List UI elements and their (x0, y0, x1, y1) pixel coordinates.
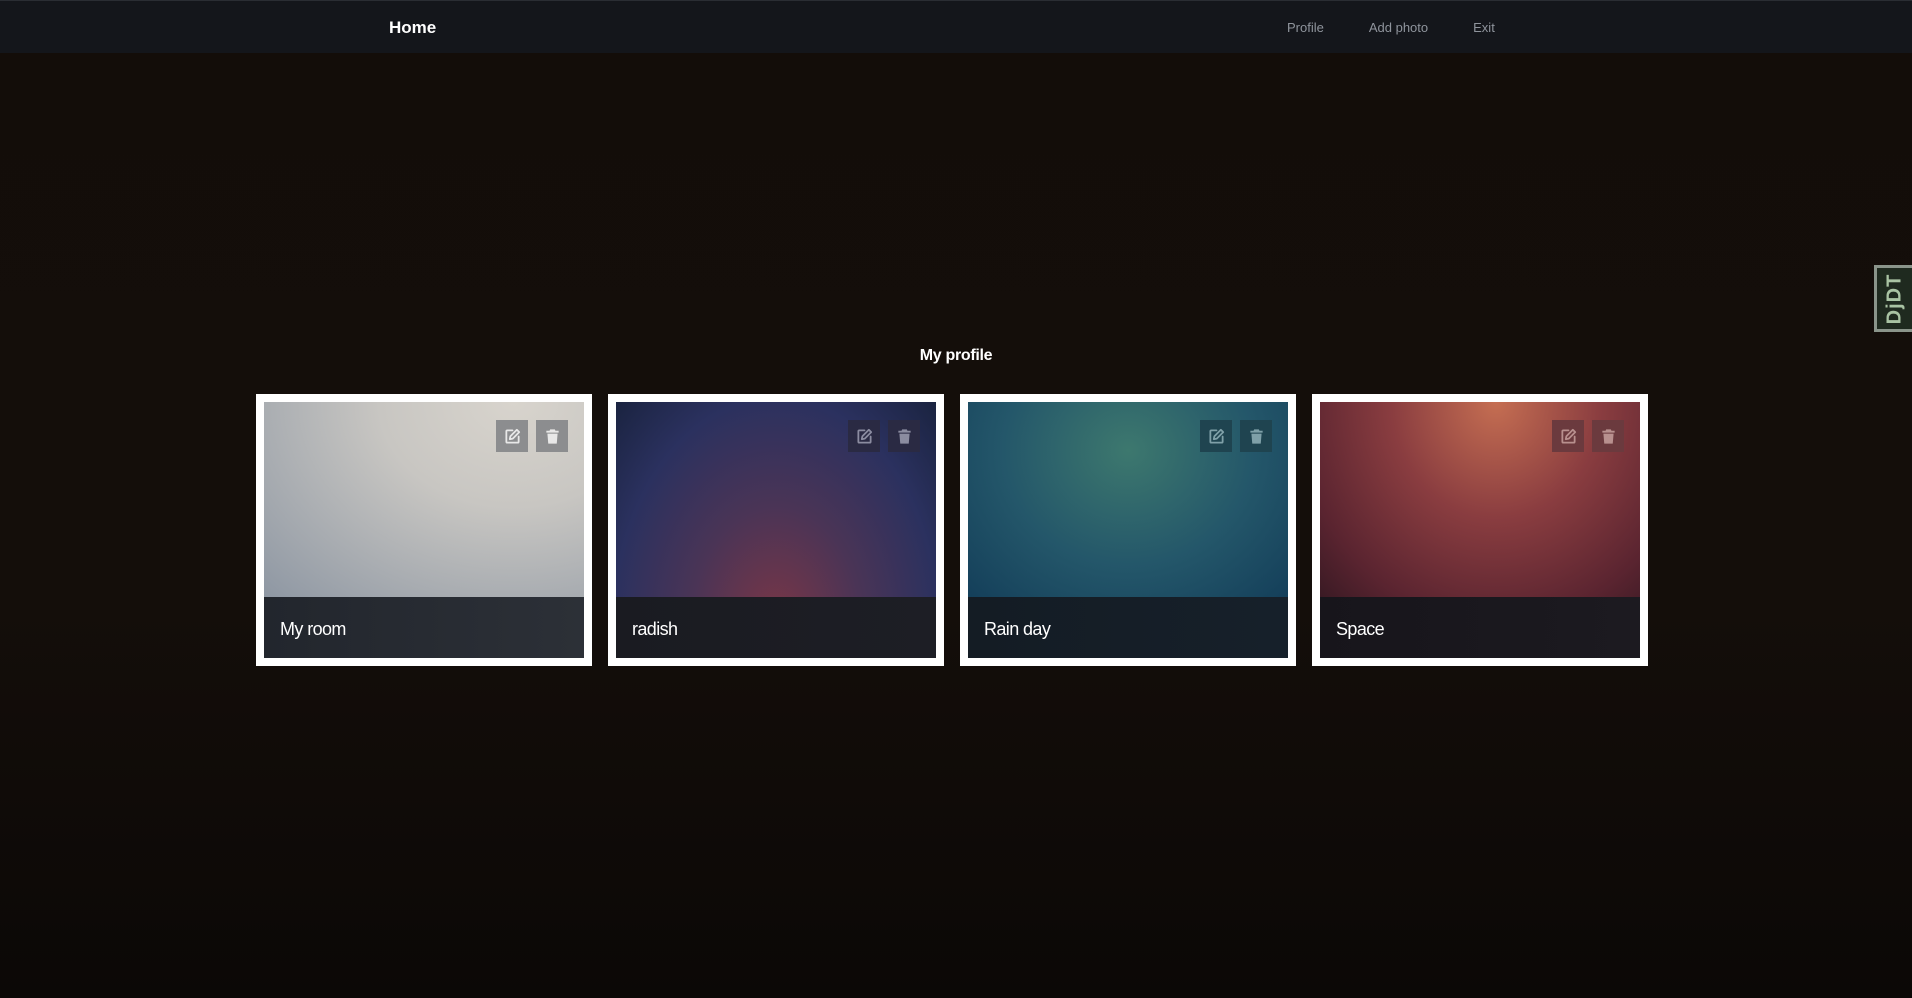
photo-caption-bar: My room (264, 597, 584, 658)
nav-link-profile[interactable]: Profile (1287, 20, 1324, 35)
photo-card[interactable]: Rain day (960, 394, 1296, 666)
photo-card[interactable]: Space (1312, 394, 1648, 666)
photo-caption-bar: Space (1320, 597, 1640, 658)
trash-icon (897, 428, 911, 444)
edit-button[interactable] (848, 420, 880, 452)
photo-thumbnail: radish (616, 402, 936, 658)
trash-icon (1249, 428, 1263, 444)
edit-icon (856, 428, 872, 444)
photo-card[interactable]: My room (256, 394, 592, 666)
debug-toolbar-label: DjDT (1883, 273, 1905, 324)
trash-icon (545, 428, 559, 444)
photo-caption-bar: Rain day (968, 597, 1288, 658)
nav-link-add-photo[interactable]: Add photo (1369, 20, 1428, 35)
delete-button[interactable] (888, 420, 920, 452)
delete-button[interactable] (536, 420, 568, 452)
photo-caption-bar: radish (616, 597, 936, 658)
photo-caption: Space (1336, 619, 1385, 639)
debug-toolbar-handle[interactable]: DjDT (1874, 265, 1912, 332)
delete-button[interactable] (1592, 420, 1624, 452)
photo-thumbnail: My room (264, 402, 584, 658)
photo-actions (1192, 420, 1272, 452)
trash-icon (1601, 428, 1615, 444)
photo-caption: Rain day (984, 619, 1051, 639)
nav-link-exit[interactable]: Exit (1473, 20, 1495, 35)
delete-button[interactable] (1240, 420, 1272, 452)
photo-actions (488, 420, 568, 452)
home-link[interactable]: Home (389, 18, 436, 38)
edit-button[interactable] (496, 420, 528, 452)
edit-icon (1208, 428, 1224, 444)
edit-icon (1560, 428, 1576, 444)
photo-thumbnail: Rain day (968, 402, 1288, 658)
photo-caption: radish (632, 619, 678, 639)
page-title: My profile (919, 347, 993, 364)
photo-actions (840, 420, 920, 452)
photo-card[interactable]: radish (608, 394, 944, 666)
edit-button[interactable] (1200, 420, 1232, 452)
photo-caption: My room (280, 619, 346, 639)
photo-actions (1544, 420, 1624, 452)
nav-links: Profile Add photo Exit (1287, 20, 1540, 35)
edit-icon (504, 428, 520, 444)
edit-button[interactable] (1552, 420, 1584, 452)
navbar: Home Profile Add photo Exit (0, 0, 1912, 53)
photo-thumbnail: Space (1320, 402, 1640, 658)
